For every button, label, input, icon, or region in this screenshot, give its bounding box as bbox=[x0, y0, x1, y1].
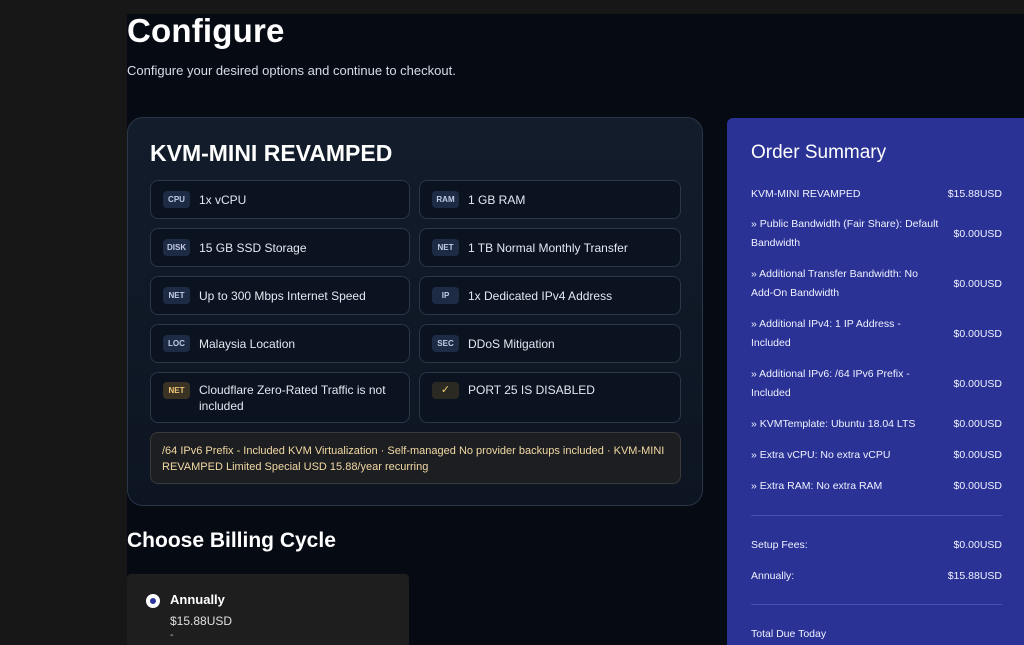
check-icon: ✓ bbox=[432, 382, 459, 399]
cpu-tag-icon: CPU bbox=[163, 191, 190, 208]
summary-line-value: $0.00USD bbox=[953, 377, 1002, 390]
annually-value: $15.88USD bbox=[947, 570, 1002, 582]
summary-line-label: » Extra vCPU: No extra vCPU bbox=[751, 449, 891, 461]
summary-line-value: $0.00USD bbox=[953, 449, 1002, 461]
summary-line-label: » Additional IPv4: 1 IP Address - Includ… bbox=[751, 318, 901, 349]
loc-tag-icon: LOC bbox=[163, 335, 190, 352]
summary-line: » Additional IPv6: /64 IPv6 Prefix - Inc… bbox=[751, 365, 1002, 403]
left-strip bbox=[0, 0, 127, 645]
summary-line-value: $0.00USD bbox=[953, 327, 1002, 340]
product-note: /64 IPv6 Prefix - Included KVM Virtualiz… bbox=[150, 432, 681, 484]
net-tag-icon: NET bbox=[163, 287, 190, 304]
summary-line: » KVMTemplate: Ubuntu 18.04 LTS $0.00USD bbox=[751, 415, 1002, 434]
feature-text: Malaysia Location bbox=[199, 336, 296, 351]
summary-divider bbox=[751, 515, 1002, 516]
net-warning-tag-icon: NET bbox=[163, 382, 190, 399]
feature-disk: DISK 15 GB SSD Storage bbox=[150, 228, 410, 267]
order-summary: Order Summary KVM-MINI REVAMPED $15.88US… bbox=[727, 118, 1024, 645]
sec-tag-icon: SEC bbox=[432, 335, 459, 352]
feature-ram: RAM 1 GB RAM bbox=[419, 180, 681, 219]
billing-option-price: $15.88USD bbox=[170, 614, 233, 628]
summary-line-label: KVM-MINI REVAMPED bbox=[751, 188, 861, 200]
setup-fees-label: Setup Fees: bbox=[751, 539, 808, 551]
ip-tag-icon: IP bbox=[432, 287, 459, 304]
summary-line: » Additional Transfer Bandwidth: No Add-… bbox=[751, 265, 1002, 303]
feature-location: LOC Malaysia Location bbox=[150, 324, 410, 363]
summary-divider bbox=[751, 604, 1002, 605]
page-title: Configure bbox=[127, 12, 285, 49]
billing-option-label: Annually bbox=[170, 592, 225, 607]
feature-ipv4: IP 1x Dedicated IPv4 Address bbox=[419, 276, 681, 315]
product-card: KVM-MINI REVAMPED CPU 1x vCPU RAM 1 GB R… bbox=[127, 117, 703, 506]
product-name: KVM-MINI REVAMPED bbox=[150, 140, 393, 166]
feature-grid: CPU 1x vCPU RAM 1 GB RAM DISK 15 GB SSD … bbox=[150, 180, 681, 423]
feature-text: 1x vCPU bbox=[199, 192, 247, 207]
feature-text: 1 TB Normal Monthly Transfer bbox=[468, 240, 628, 255]
feature-transfer: NET 1 TB Normal Monthly Transfer bbox=[419, 228, 681, 267]
total-due-label: Total Due Today bbox=[751, 628, 827, 640]
summary-line-label: » KVMTemplate: Ubuntu 18.04 LTS bbox=[751, 418, 916, 430]
feature-text: 15 GB SSD Storage bbox=[199, 240, 307, 255]
feature-text: PORT 25 IS DISABLED bbox=[468, 383, 595, 397]
feature-text: Cloudflare Zero-Rated Traffic is not inc… bbox=[199, 383, 386, 413]
summary-line-value: $15.88USD bbox=[947, 188, 1002, 200]
feature-speed: NET Up to 300 Mbps Internet Speed bbox=[150, 276, 410, 315]
annually-line: Annually: $15.88USD bbox=[751, 567, 1002, 586]
feature-cloudflare: NET Cloudflare Zero-Rated Traffic is not… bbox=[150, 372, 410, 423]
feature-text: 1x Dedicated IPv4 Address bbox=[468, 288, 613, 303]
summary-line-value: $0.00USD bbox=[953, 480, 1002, 492]
feature-text: Up to 300 Mbps Internet Speed bbox=[199, 288, 366, 303]
summary-line: KVM-MINI REVAMPED $15.88USD bbox=[751, 185, 1002, 204]
summary-lines: KVM-MINI REVAMPED $15.88USD » Public Ban… bbox=[751, 185, 1002, 496]
net-tag-icon: NET bbox=[432, 239, 459, 256]
setup-fees-line: Setup Fees: $0.00USD bbox=[751, 536, 1002, 555]
summary-line: » Extra RAM: No extra RAM $0.00USD bbox=[751, 477, 1002, 496]
feature-ddos: SEC DDoS Mitigation bbox=[419, 324, 681, 363]
summary-line: » Additional IPv4: 1 IP Address - Includ… bbox=[751, 315, 1002, 353]
billing-cycle-title: Choose Billing Cycle bbox=[127, 529, 336, 552]
summary-line-value: $0.00USD bbox=[953, 277, 1002, 290]
summary-line-value: $0.00USD bbox=[953, 227, 1002, 240]
disk-tag-icon: DISK bbox=[163, 239, 191, 256]
summary-line: » Public Bandwidth (Fair Share): Default… bbox=[751, 215, 1002, 253]
billing-option-annually[interactable]: Annually $15.88USD - bbox=[127, 574, 409, 645]
ram-tag-icon: RAM bbox=[432, 191, 459, 208]
page-subtitle: Configure your desired options and conti… bbox=[127, 63, 456, 78]
setup-fees-value: $0.00USD bbox=[953, 539, 1002, 551]
summary-line-label: » Public Bandwidth (Fair Share): Default… bbox=[751, 218, 939, 249]
radio-selected-icon[interactable] bbox=[146, 594, 160, 608]
billing-option-extra: - bbox=[170, 629, 174, 641]
summary-line-label: » Additional Transfer Bandwidth: No Add-… bbox=[751, 268, 918, 299]
summary-line-label: » Extra RAM: No extra RAM bbox=[751, 480, 883, 492]
summary-line-label: » Additional IPv6: /64 IPv6 Prefix - Inc… bbox=[751, 368, 910, 399]
feature-cpu: CPU 1x vCPU bbox=[150, 180, 410, 219]
summary-line: » Extra vCPU: No extra vCPU $0.00USD bbox=[751, 446, 1002, 465]
feature-text: 1 GB RAM bbox=[468, 192, 526, 207]
summary-line-value: $0.00USD bbox=[953, 418, 1002, 430]
feature-port25: ✓ PORT 25 IS DISABLED bbox=[419, 372, 681, 423]
order-summary-title: Order Summary bbox=[751, 142, 887, 163]
feature-text: DDoS Mitigation bbox=[468, 336, 555, 351]
annually-label: Annually: bbox=[751, 570, 795, 582]
